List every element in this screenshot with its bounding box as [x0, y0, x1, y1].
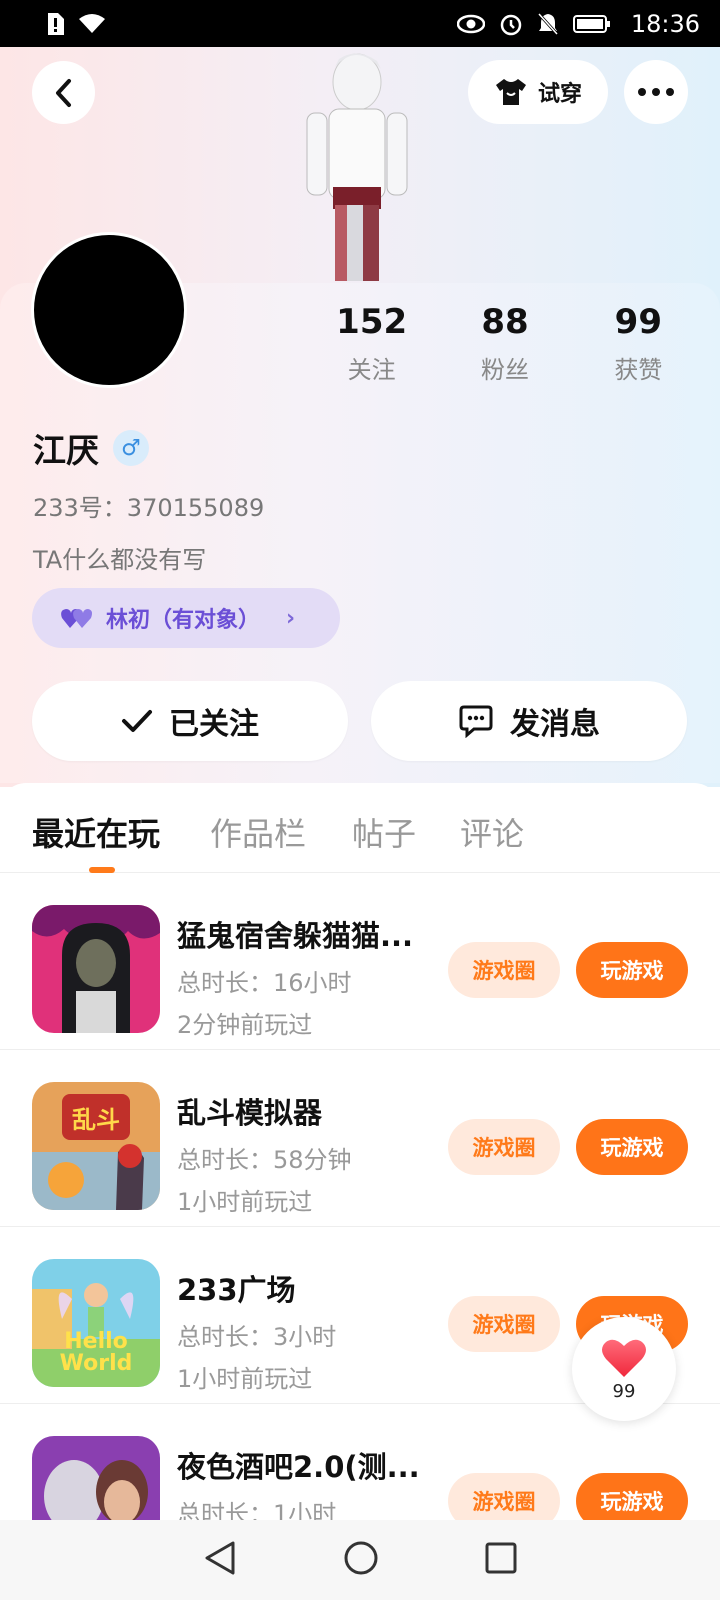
profile-tabs: 最近在玩 作品栏 帖子 评论: [0, 783, 720, 873]
username-row: 江厌 ♂: [33, 424, 149, 472]
tab-comments[interactable]: 评论: [460, 809, 524, 853]
double-heart-icon: [61, 609, 92, 628]
avatar-figure[interactable]: [285, 47, 425, 283]
back-button[interactable]: [32, 61, 95, 124]
relationship-badge[interactable]: 林初（有对象） ›: [32, 588, 340, 648]
profile-stats: 152 关注 88 粉丝 99 获赞: [305, 300, 705, 390]
wifi-icon: [78, 13, 106, 35]
username: 江厌: [33, 431, 99, 470]
followed-label: 已关注: [169, 707, 259, 742]
more-dot-icon: [666, 88, 674, 96]
stat-value: 99: [614, 302, 662, 342]
game-thumbnail-text: 乱斗: [72, 1106, 120, 1134]
like-button[interactable]: 99: [572, 1317, 676, 1421]
play-game-button[interactable]: 玩游戏: [576, 942, 688, 998]
nav-home-icon[interactable]: [343, 1540, 379, 1580]
tab-recently-played[interactable]: 最近在玩: [32, 809, 160, 853]
followed-button[interactable]: 已关注: [32, 681, 348, 761]
game-circle-button[interactable]: 游戏圈: [448, 942, 560, 998]
shirt-icon: [495, 79, 526, 105]
game-duration: 总时长：58分钟: [177, 1146, 352, 1174]
nav-recents-icon[interactable]: [485, 1542, 517, 1578]
alarm-icon: [499, 12, 523, 36]
nav-back-icon[interactable]: [203, 1540, 237, 1580]
avatar[interactable]: [31, 232, 187, 388]
sim-alert-icon: [46, 12, 64, 35]
game-thumbnail-text: Hello World: [59, 1329, 133, 1376]
mute-icon: [537, 12, 559, 36]
eye-icon: [456, 14, 485, 34]
game-thumbnail[interactable]: Hello World: [32, 1259, 160, 1387]
game-circle-button[interactable]: 游戏圈: [448, 1119, 560, 1175]
game-thumbnail[interactable]: 乱斗: [32, 1082, 160, 1210]
game-duration: 总时长：3小时: [177, 1323, 337, 1351]
try-on-button[interactable]: 试穿: [468, 60, 608, 124]
stat-value: 152: [336, 302, 408, 342]
game-last-played: 1小时前玩过: [177, 1365, 313, 1393]
game-row[interactable]: 猛鬼宿舍躲猫猫... 总时长：16小时 2分钟前玩过 游戏圈 玩游戏: [0, 873, 720, 1050]
user-id: 233号：370155089: [33, 494, 265, 522]
checkmark-icon: [122, 710, 152, 732]
stat-label: 关注: [347, 356, 396, 384]
game-title: 233广场: [177, 1273, 296, 1307]
stat-following[interactable]: 152 关注: [305, 300, 438, 390]
stat-label: 获赞: [614, 356, 663, 384]
game-title: 夜色酒吧2.0(测...: [177, 1450, 420, 1484]
game-title: 猛鬼宿舍躲猫猫...: [177, 919, 414, 953]
relationship-label: 林初（有对象）: [106, 608, 261, 633]
play-game-button[interactable]: 玩游戏: [576, 1119, 688, 1175]
chevron-right-icon: ›: [286, 605, 296, 631]
like-count: 99: [612, 1380, 636, 1402]
game-last-played: 2分钟前玩过: [177, 1011, 313, 1039]
battery-icon: [572, 14, 611, 34]
male-gender-icon: ♂: [113, 430, 149, 466]
game-thumbnail[interactable]: [32, 905, 160, 1033]
tab-posts[interactable]: 帖子: [352, 809, 416, 853]
more-dot-icon: [652, 88, 660, 96]
stat-likes[interactable]: 99 获赞: [572, 300, 705, 390]
game-row[interactable]: 乱斗 乱斗模拟器 总时长：58分钟 1小时前玩过 游戏圈 玩游戏: [0, 1050, 720, 1227]
stat-value: 88: [481, 302, 529, 342]
game-last-played: 1小时前玩过: [177, 1188, 313, 1216]
status-bar: 18:36: [0, 0, 720, 47]
more-options-button[interactable]: [624, 60, 688, 124]
stat-followers[interactable]: 88 粉丝: [438, 300, 571, 390]
tab-works[interactable]: 作品栏: [210, 809, 306, 853]
heart-icon: [602, 1339, 646, 1377]
user-bio: TA什么都没有写: [33, 546, 207, 574]
send-message-button[interactable]: 发消息: [371, 681, 687, 761]
system-nav-bar: [0, 1520, 720, 1600]
game-duration: 总时长：16小时: [177, 969, 352, 997]
stat-label: 粉丝: [480, 356, 529, 384]
more-dot-icon: [638, 88, 646, 96]
try-on-label: 试穿: [537, 82, 582, 107]
game-title: 乱斗模拟器: [177, 1096, 323, 1130]
chat-bubble-icon: [459, 705, 493, 738]
send-message-label: 发消息: [510, 707, 600, 742]
clock-time: 18:36: [630, 9, 700, 38]
game-circle-button[interactable]: 游戏圈: [448, 1296, 560, 1352]
chevron-left-icon: [55, 78, 71, 107]
